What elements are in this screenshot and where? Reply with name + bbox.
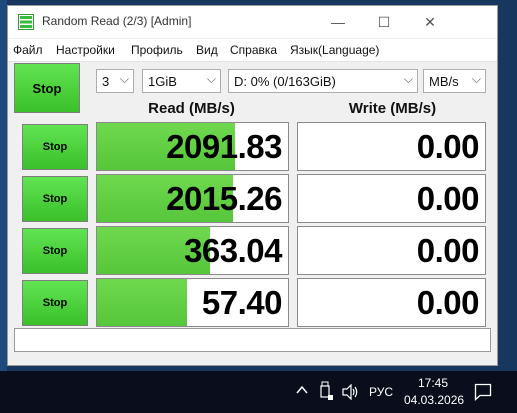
maximize-button[interactable]: ☐ xyxy=(361,6,407,38)
stop-all-button[interactable]: Stop xyxy=(14,63,80,113)
read-value: 57.40 xyxy=(201,284,283,321)
write-value: 0.00 xyxy=(416,180,480,217)
language-indicator[interactable]: РУС xyxy=(369,385,393,399)
clock-time[interactable]: 17:45 xyxy=(418,376,448,390)
test-size-select[interactable]: 1GiB ⌵ xyxy=(142,69,221,93)
test-size-value: 1GiB xyxy=(148,74,177,89)
read-value: 2091.83 xyxy=(166,128,282,165)
test-count-value: 3 xyxy=(102,74,110,89)
unit-select[interactable]: MB/s ⌵ xyxy=(423,69,486,93)
menu-profile[interactable]: Профиль xyxy=(131,43,183,57)
notification-icon[interactable] xyxy=(474,383,492,401)
write-value: 0.00 xyxy=(416,232,480,269)
drive-select[interactable]: D: 0% (0/163GiB) ⌵ xyxy=(228,69,418,93)
menu-bar: Файл Настройки Профиль Вид Справка Язык(… xyxy=(8,39,497,62)
taskbar: РУС 17:45 04.03.2026 xyxy=(0,371,517,413)
write-value: 0.00 xyxy=(416,128,480,165)
read-result-cell: 2015.26 xyxy=(96,174,289,223)
title-bar[interactable]: Random Read (2/3) [Admin] — ☐ ✕ xyxy=(8,6,497,38)
chevron-down-icon: ⌵ xyxy=(119,72,129,86)
minimize-button[interactable]: — xyxy=(315,6,361,38)
usb-device-icon[interactable] xyxy=(318,381,334,401)
row-stop-button[interactable]: Stop xyxy=(22,124,88,170)
menu-language[interactable]: Язык(Language) xyxy=(290,43,379,57)
app-icon xyxy=(18,14,34,30)
write-result-cell: 0.00 xyxy=(297,174,486,223)
row-stop-button[interactable]: Stop xyxy=(22,280,88,326)
write-result-cell: 0.00 xyxy=(297,122,486,171)
read-value: 2015.26 xyxy=(166,180,282,217)
menu-help[interactable]: Справка xyxy=(230,43,277,57)
chevron-down-icon: ⌵ xyxy=(206,72,216,86)
row-stop-button[interactable]: Stop xyxy=(22,176,88,222)
menu-view[interactable]: Вид xyxy=(196,43,218,57)
read-column-header: Read (MB/s) xyxy=(148,100,235,117)
read-result-cell: 363.04 xyxy=(96,226,289,275)
write-column-header: Write (MB/s) xyxy=(348,100,437,117)
write-result-cell: 0.00 xyxy=(297,226,486,275)
read-value: 363.04 xyxy=(184,232,282,269)
speaker-icon[interactable] xyxy=(342,384,360,400)
app-window: Random Read (2/3) [Admin] — ☐ ✕ Файл Нас… xyxy=(7,5,498,366)
close-button[interactable]: ✕ xyxy=(407,6,453,38)
menu-file[interactable]: Файл xyxy=(13,43,43,57)
write-value: 0.00 xyxy=(416,284,480,321)
unit-value: MB/s xyxy=(429,74,459,89)
clock-date[interactable]: 04.03.2026 xyxy=(404,393,464,407)
row-stop-button[interactable]: Stop xyxy=(22,228,88,274)
window-title: Random Read (2/3) [Admin] xyxy=(42,14,192,28)
menu-settings[interactable]: Настройки xyxy=(56,43,115,57)
chevron-down-icon: ⌵ xyxy=(471,72,481,86)
chevron-down-icon: ⌵ xyxy=(403,72,413,86)
chevron-up-icon[interactable] xyxy=(296,385,308,395)
status-bar xyxy=(14,328,491,352)
read-level-bar xyxy=(97,279,187,326)
drive-value: D: 0% (0/163GiB) xyxy=(234,74,336,89)
desktop-background xyxy=(0,0,7,371)
read-result-cell: 57.40 xyxy=(96,278,289,327)
write-result-cell: 0.00 xyxy=(297,278,486,327)
test-count-select[interactable]: 3 ⌵ xyxy=(96,69,134,93)
read-result-cell: 2091.83 xyxy=(96,122,289,171)
